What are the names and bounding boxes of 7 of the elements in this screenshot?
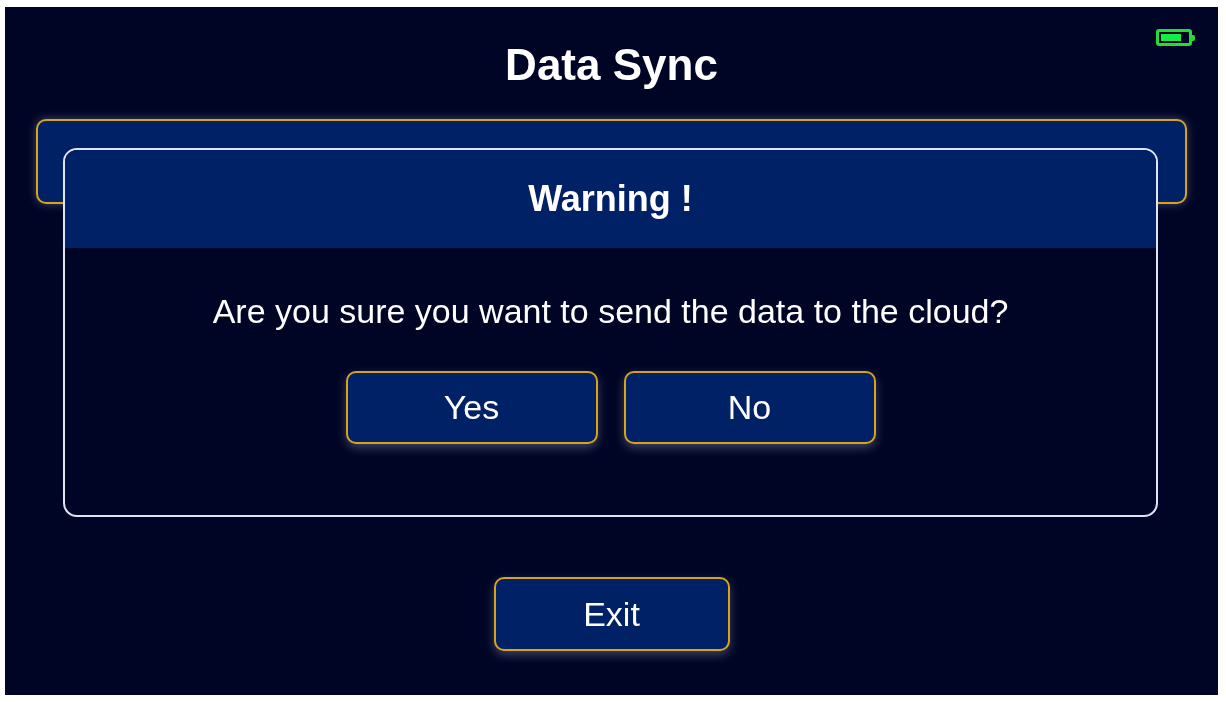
dialog-message: Are you sure you want to send the data to the cloud? xyxy=(212,292,1009,331)
battery-icon xyxy=(1156,29,1192,46)
exit-button[interactable]: Exit xyxy=(493,577,730,651)
cancel-button[interactable]: No xyxy=(623,371,876,444)
confirm-button[interactable]: Yes xyxy=(345,371,598,444)
dialog-title: Warning ! xyxy=(528,178,693,220)
screen-title: Data Sync xyxy=(505,40,718,90)
